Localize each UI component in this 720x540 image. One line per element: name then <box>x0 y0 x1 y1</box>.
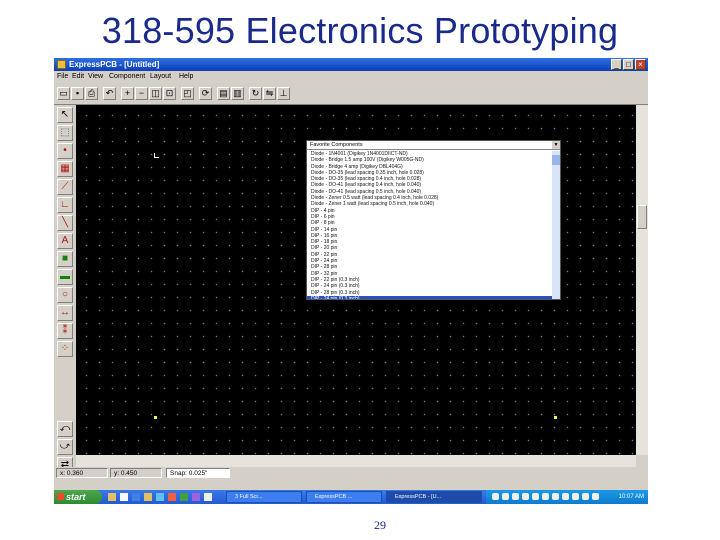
board-corner-marker <box>154 416 157 419</box>
trace-icon[interactable]: ⟋ <box>57 179 73 195</box>
save-icon[interactable]: ▪ <box>71 87 84 100</box>
quicklaunch-icon[interactable] <box>144 493 152 501</box>
menu-help[interactable]: Help <box>179 73 193 80</box>
snap-select[interactable]: Snap: 0.025" <box>166 468 230 478</box>
board-corner-marker <box>554 416 557 419</box>
clock: 10:07 AM <box>618 494 644 500</box>
align-icon[interactable]: ⊥ <box>277 87 290 100</box>
menu-file[interactable]: File <box>57 73 68 80</box>
main-toolbar: ▭ ▪ ⎙ ↶ + − ◫ ⊡ ◰ ⟳ ▤ ▥ ↻ ⇋ ⊥ <box>54 84 648 105</box>
component-list-item[interactable]: DIP - 24 pin (0.3 inch) <box>307 295 552 299</box>
zoom-fit-icon[interactable]: ⊡ <box>163 87 176 100</box>
zoom-area-icon[interactable]: ◫ <box>149 87 162 100</box>
tray-icon[interactable] <box>542 493 549 500</box>
start-button[interactable]: start <box>54 490 102 504</box>
y-coordinate: y: 0.450 <box>110 468 162 478</box>
flip-icon[interactable]: ⇋ <box>263 87 276 100</box>
tray-icon[interactable] <box>512 493 519 500</box>
rotate-right-icon[interactable]: ⤻ <box>57 439 73 455</box>
component-dropdown[interactable]: Favorite Components ▼ Diode - 1N4001 (Di… <box>306 140 561 300</box>
zoom-out-icon[interactable]: − <box>135 87 148 100</box>
slide-title: 318-595 Electronics Prototyping <box>101 10 619 51</box>
menu-layout[interactable]: Layout <box>150 73 171 80</box>
taskbar-item-fullscreen[interactable]: 3 Full Scr... <box>226 491 302 503</box>
component-list-scrollbar[interactable] <box>552 151 560 299</box>
tray-icon[interactable] <box>582 493 589 500</box>
quicklaunch-icon[interactable] <box>108 493 116 501</box>
window-title: ExpressPCB - [Untitled] <box>69 60 160 69</box>
expresspcb-app-icon <box>57 60 66 69</box>
scrollbar-thumb[interactable] <box>552 155 560 165</box>
select-area-icon[interactable]: ⬚ <box>57 125 73 141</box>
chevron-down-icon[interactable]: ▼ <box>552 141 560 149</box>
minimize-button[interactable]: _ <box>611 59 622 70</box>
part-icon[interactable]: ⁘ <box>57 341 73 357</box>
system-tray: 10:07 AM <box>486 490 648 504</box>
tray-icon[interactable] <box>522 493 529 500</box>
quicklaunch-icon[interactable] <box>156 493 164 501</box>
close-button[interactable]: × <box>635 59 646 70</box>
quicklaunch-icon[interactable] <box>168 493 176 501</box>
refresh-icon[interactable]: ⟳ <box>199 87 212 100</box>
vertical-scrollbar[interactable] <box>636 105 648 455</box>
expresspcb-window: ExpressPCB - [Untitled] _ □ × File Edit … <box>54 58 648 504</box>
component-list: Diode - 1N4001 (Digikey 1N4001DIICT-ND) D… <box>307 151 552 299</box>
rotate-left-icon[interactable]: ⤺ <box>57 421 73 437</box>
tray-icon[interactable] <box>562 493 569 500</box>
origin-marker <box>154 153 159 158</box>
vertical-scrollbar-thumb[interactable] <box>637 205 647 229</box>
left-toolbar: ↖ ⬚ • ▦ ⟋ ∟ ╲ A ■ ▬ ○ ↔ ⁑ ⁘ ⤺ ⤻ ⇄ <box>54 105 76 478</box>
tray-icon[interactable] <box>492 493 499 500</box>
window-titlebar[interactable]: ExpressPCB - [Untitled] _ □ × <box>54 58 648 71</box>
taskbar-item-expresspcb-untitled[interactable]: ExpressPCB - [U... <box>386 491 482 503</box>
horizontal-scrollbar[interactable] <box>76 455 636 467</box>
pointer-icon[interactable]: ↖ <box>57 107 73 123</box>
menu-component[interactable]: Component <box>109 73 145 80</box>
circle-icon[interactable]: ○ <box>57 287 73 303</box>
quicklaunch-icon[interactable] <box>120 493 128 501</box>
text-icon[interactable]: A <box>57 233 73 249</box>
menu-view[interactable]: View <box>88 73 103 80</box>
undo-icon[interactable]: ↶ <box>103 87 116 100</box>
tray-icon[interactable] <box>592 493 599 500</box>
layer-top-icon[interactable]: ▤ <box>217 87 230 100</box>
zoom-in-icon[interactable]: + <box>121 87 134 100</box>
tray-icon[interactable] <box>502 493 509 500</box>
maximize-button[interactable]: □ <box>623 59 634 70</box>
status-bar: x: 0.360 y: 0.450 Snap: 0.025" <box>54 467 648 479</box>
layer-icon[interactable]: ■ <box>57 251 73 267</box>
component-icon[interactable]: ▦ <box>57 161 73 177</box>
quicklaunch-icon[interactable] <box>180 493 188 501</box>
quicklaunch-icon[interactable] <box>204 493 212 501</box>
tray-icon[interactable] <box>572 493 579 500</box>
zoom-board-icon[interactable]: ◰ <box>181 87 194 100</box>
taskbar: start 3 Full Scr... ExpressPCB ... Expre… <box>54 490 648 504</box>
corner-icon[interactable]: ∟ <box>57 197 73 213</box>
taskbar-item-expresspcb[interactable]: ExpressPCB ... <box>306 491 382 503</box>
fill-icon[interactable]: ▬ <box>57 269 73 285</box>
pcb-canvas[interactable]: Favorite Components ▼ Diode - 1N4001 (Di… <box>76 105 636 455</box>
tray-icon[interactable] <box>532 493 539 500</box>
quicklaunch-icon[interactable] <box>192 493 200 501</box>
menu-edit[interactable]: Edit <box>72 73 84 80</box>
dimension-icon[interactable]: ↔ <box>57 305 73 321</box>
windows-flag-icon <box>57 493 64 500</box>
open-icon[interactable]: ▭ <box>57 87 70 100</box>
rotate-icon[interactable]: ↻ <box>249 87 262 100</box>
component-dropdown-value: Favorite Components <box>310 142 363 148</box>
diagonal-icon[interactable]: ╲ <box>57 215 73 231</box>
tray-icon[interactable] <box>552 493 559 500</box>
x-coordinate: x: 0.360 <box>56 468 108 478</box>
start-label: start <box>66 492 86 502</box>
pad-icon[interactable]: • <box>57 143 73 159</box>
layer-bottom-icon[interactable]: ▥ <box>231 87 244 100</box>
component-dropdown-header[interactable]: Favorite Components ▼ <box>307 141 560 150</box>
via-icon[interactable]: ⁑ <box>57 323 73 339</box>
slide-number: 29 <box>374 518 386 532</box>
print-icon[interactable]: ⎙ <box>85 87 98 100</box>
menu-bar: File Edit View Component Layout Help <box>54 71 648 83</box>
quicklaunch-icon[interactable] <box>132 493 140 501</box>
